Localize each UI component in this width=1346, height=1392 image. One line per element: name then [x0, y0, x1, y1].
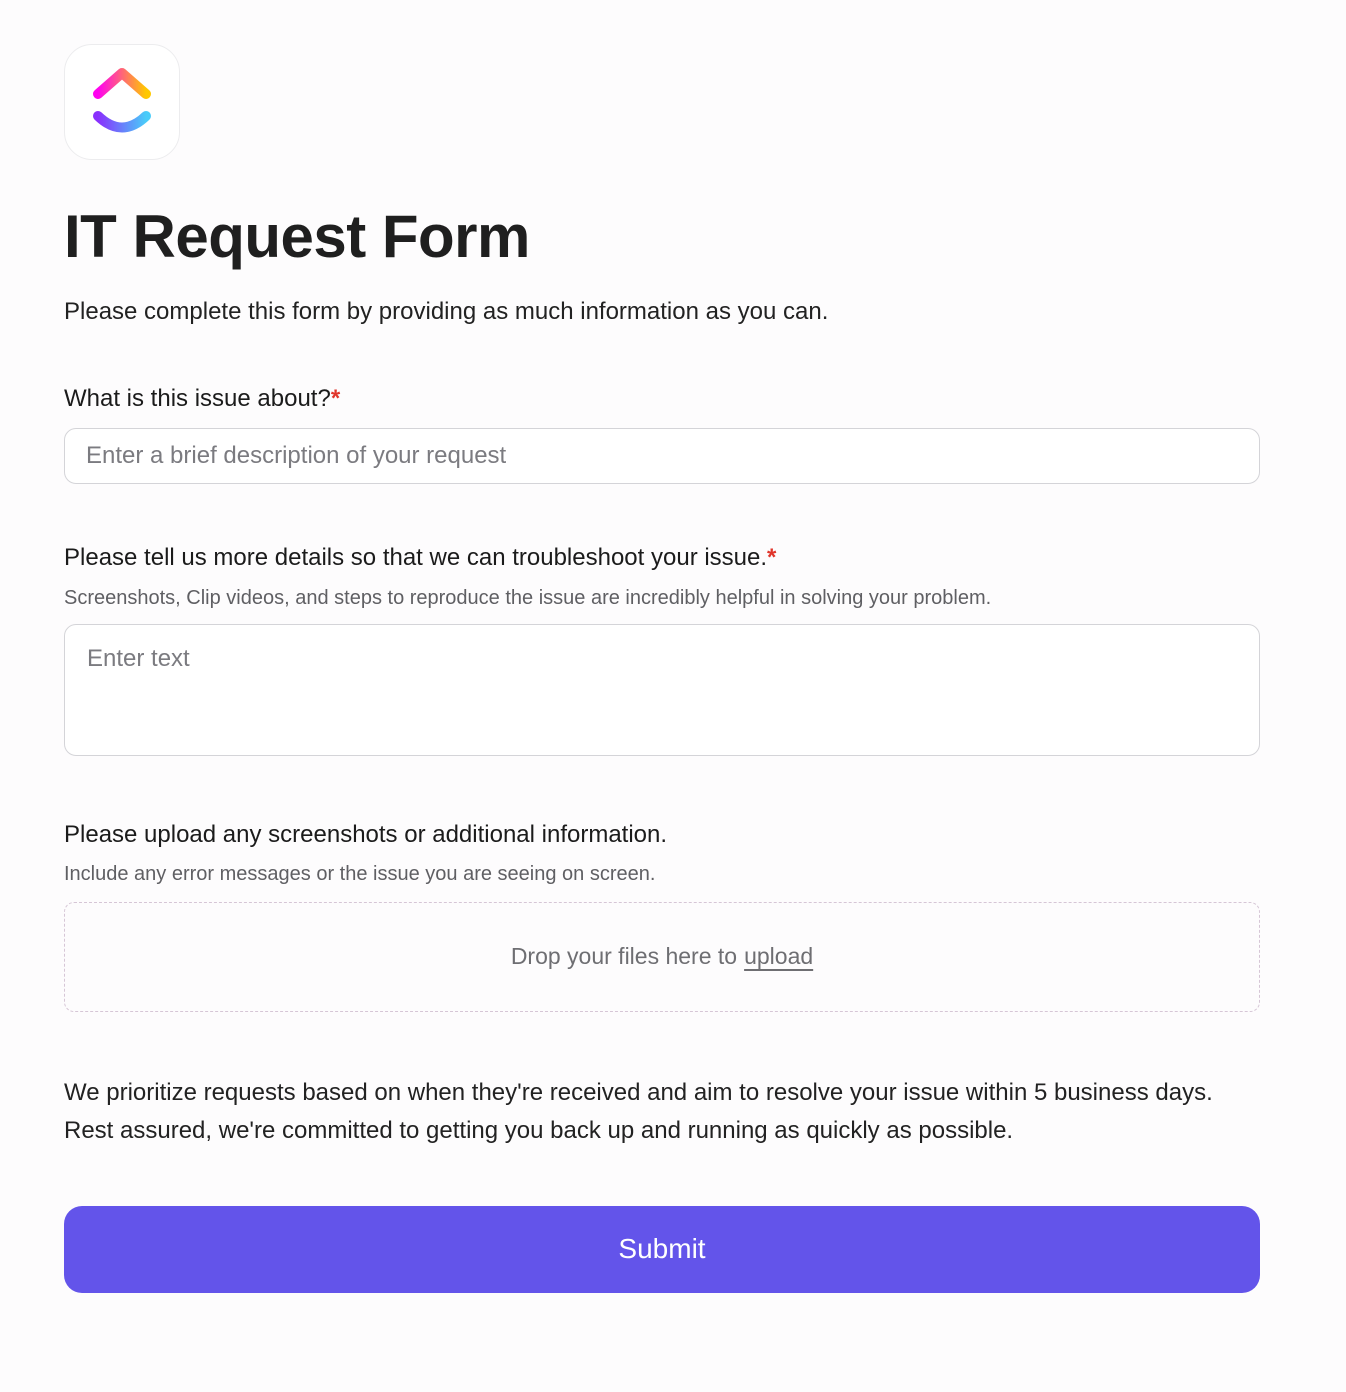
sla-note: We prioritize requests based on when the…	[64, 1078, 1213, 1144]
page-title: IT Request Form	[64, 203, 530, 270]
upload-help: Include any error messages or the issue …	[64, 862, 656, 885]
upload-field: Please upload any screenshots or additio…	[64, 819, 1260, 1012]
issue-summary-label: What is this issue about?*	[64, 383, 1260, 414]
issue-details-textarea[interactable]	[64, 623, 1260, 756]
issue-summary-input[interactable]	[64, 428, 1260, 485]
form-description: Please complete this form by providing a…	[64, 298, 829, 325]
submit-button[interactable]: Submit	[64, 1205, 1260, 1293]
required-marker: *	[330, 385, 341, 413]
file-dropzone[interactable]: Drop your files here to upload	[64, 901, 1260, 1012]
clickup-logo-icon	[93, 68, 151, 133]
issue-details-field: Please tell us more details so that we c…	[64, 542, 1260, 760]
upload-label: Please upload any screenshots or additio…	[64, 820, 668, 848]
form-container: IT Request Form Please complete this for…	[64, 44, 1260, 1293]
issue-summary-field: What is this issue about?*	[64, 383, 1260, 485]
issue-details-label: Please tell us more details so that we c…	[64, 542, 1260, 573]
issue-details-label-text: Please tell us more details so that we c…	[64, 544, 768, 572]
issue-summary-label-text: What is this issue about?	[64, 385, 331, 413]
required-marker: *	[767, 544, 777, 572]
clickup-logo	[64, 44, 180, 160]
dropzone-text: Drop your files here to	[510, 943, 738, 970]
issue-details-help: Screenshots, Clip videos, and steps to r…	[64, 586, 992, 609]
upload-link[interactable]: upload	[744, 943, 813, 970]
